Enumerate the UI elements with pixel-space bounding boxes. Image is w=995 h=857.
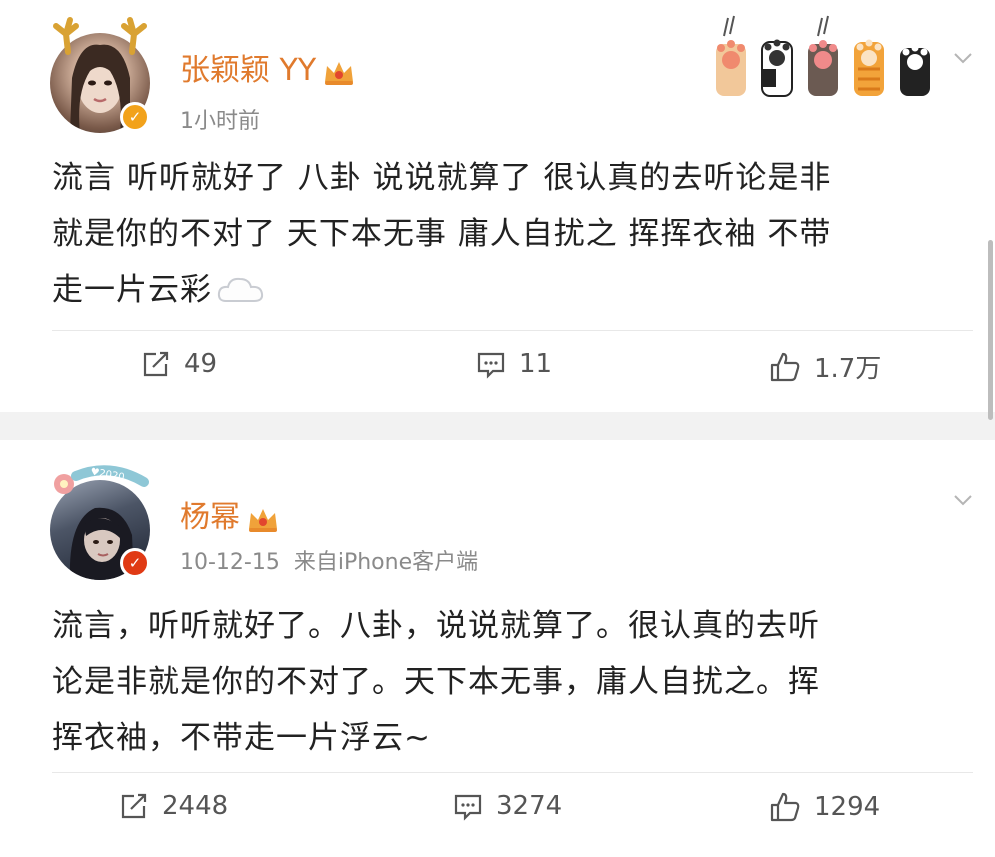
comment-count: 11 — [519, 349, 553, 379]
content-line: 论是非就是你的不对了。天下本无事，庸人自扰之。挥 — [52, 664, 820, 700]
author-name[interactable]: 杨幂 — [180, 492, 280, 536]
like-button[interactable]: 1.7万 — [768, 348, 881, 385]
chevron-down-icon[interactable] — [953, 48, 973, 68]
vip-crown-icon — [249, 508, 277, 532]
post-content: 流言，听听就好了。八卦，说说就算了。很认真的去听 论是非就是你的不对了。天下本无… — [52, 598, 955, 766]
repost-count: 49 — [184, 349, 218, 379]
cloud-icon — [217, 277, 264, 302]
action-bar: 49 11 1.7万 — [20, 340, 995, 400]
verified-badge-icon: ✓ — [120, 102, 150, 132]
new-year-sticker-decoration: ♥2020 — [54, 465, 149, 494]
content-line: 流言 听听就好了 八卦 说说就算了 很认真的去听论是非 — [52, 160, 832, 196]
thumbs-up-icon — [770, 792, 800, 822]
post-content: 流言 听听就好了 八卦 说说就算了 很认真的去听论是非 就是你的不对了 天下本无… — [52, 150, 955, 318]
repost-count: 2448 — [162, 791, 229, 821]
thumbs-up-icon — [770, 352, 800, 381]
content-line-with-emoji: 走一片云彩 — [52, 262, 955, 318]
cat-paws-decoration — [716, 15, 930, 97]
post-time: 10-12-15 — [180, 550, 280, 575]
scrollbar[interactable] — [988, 240, 993, 420]
action-bar: 2448 3274 1294 — [20, 782, 995, 842]
like-button[interactable]: 1294 — [768, 790, 880, 824]
post-meta: 10-12-15 来自iPhone客户端 — [180, 544, 478, 576]
comment-button[interactable]: 11 — [475, 348, 552, 380]
repost-icon — [121, 793, 147, 819]
like-count: 1294 — [814, 792, 881, 822]
vip-crown-icon — [325, 61, 354, 85]
like-count: 1.7万 — [814, 354, 882, 384]
author-name[interactable]: 张颖颖 YY — [180, 45, 356, 89]
chevron-down-icon[interactable] — [953, 490, 973, 510]
divider — [52, 330, 973, 331]
content-line: 就是你的不对了 天下本无事 庸人自扰之 挥挥衣袖 不带 — [52, 216, 832, 252]
comment-icon — [454, 794, 482, 821]
content-line: 走一片云彩 — [52, 272, 212, 308]
post-source: 来自iPhone客户端 — [293, 550, 479, 575]
antlers-decoration — [53, 17, 147, 55]
weibo-feed: ✓ 张颖颖 YY 1小时前 流言 听听就好了 八卦 说说就算了 很认真的去听论是… — [0, 0, 995, 857]
post-card: ✓ 张颖颖 YY 1小时前 流言 听听就好了 八卦 说说就算了 很认真的去听论是… — [20, 0, 995, 412]
content-line: 流言，听听就好了。八卦，说说就算了。很认真的去听 — [52, 608, 820, 644]
content-line: 挥衣袖，不带走一片浮云~ — [52, 720, 431, 756]
comment-icon — [477, 352, 505, 379]
comment-count: 3274 — [496, 791, 563, 821]
repost-icon — [143, 351, 169, 377]
post-time: 1小时前 — [180, 109, 260, 134]
repost-button[interactable]: 2448 — [118, 790, 228, 822]
comment-button[interactable]: 3274 — [452, 790, 562, 822]
feed-separator — [0, 412, 995, 440]
repost-button[interactable]: 49 — [140, 348, 217, 380]
post-card: ♥2020 ✓ 杨幂 10-12-15 来自iPhone客户端 流言，听听就好了… — [20, 440, 995, 857]
divider — [52, 772, 973, 773]
verified-badge-icon: ✓ — [120, 548, 150, 578]
